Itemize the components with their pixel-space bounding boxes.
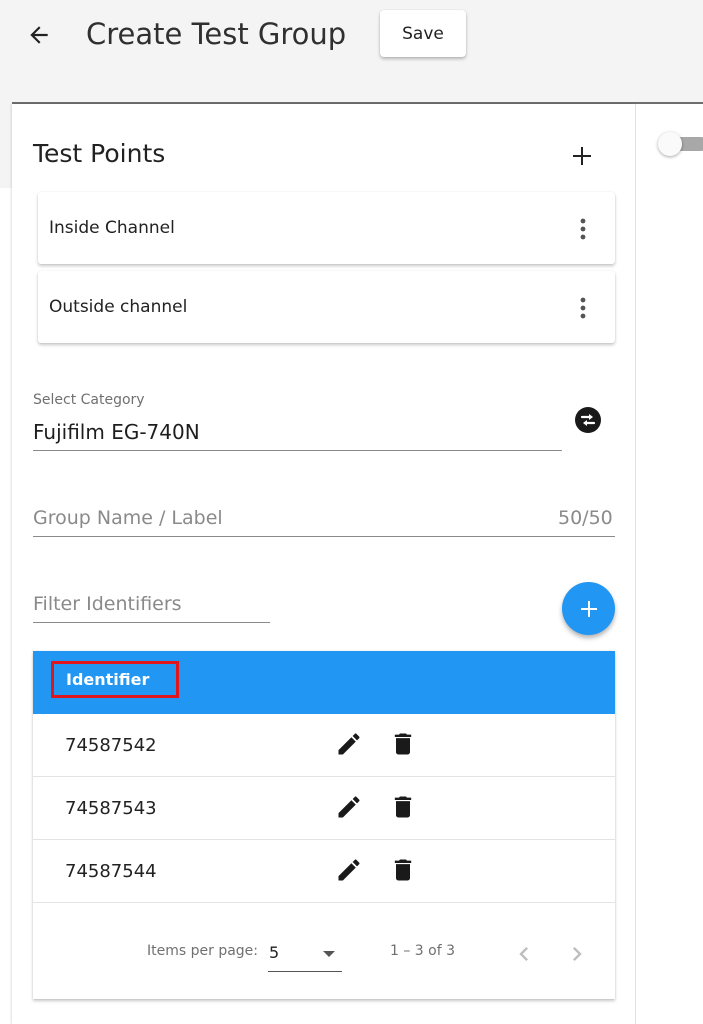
add-identifier-button[interactable] xyxy=(562,582,615,635)
test-point-label: Outside channel xyxy=(49,297,188,317)
edit-icon[interactable] xyxy=(335,856,363,884)
previous-page-button[interactable] xyxy=(510,940,538,968)
dropdown-arrow-icon xyxy=(323,951,335,957)
edit-icon[interactable] xyxy=(335,730,363,758)
page-size-select[interactable]: 5 xyxy=(268,939,342,972)
filter-identifiers-input[interactable]: Filter Identifiers xyxy=(33,590,182,618)
identifier-cell: 74587543 xyxy=(65,798,157,819)
identifier-column-header[interactable]: Identifier xyxy=(51,661,179,698)
next-page-button[interactable] xyxy=(563,940,591,968)
category-select[interactable]: Fujifilm EG-740N xyxy=(33,418,200,446)
arrow-back-icon xyxy=(30,26,48,44)
back-button[interactable] xyxy=(22,18,56,52)
save-button[interactable]: Save xyxy=(380,10,466,57)
items-per-page-label: Items per page: xyxy=(147,943,259,959)
char-counter: 50/50 xyxy=(558,507,613,529)
plus-icon xyxy=(580,600,597,617)
group-name-underline xyxy=(33,536,615,537)
delete-icon[interactable] xyxy=(389,730,417,758)
identifier-cell: 74587542 xyxy=(65,735,157,756)
more-vert-icon[interactable] xyxy=(577,218,589,240)
test-points-title: Test Points xyxy=(33,139,166,168)
more-vert-icon[interactable] xyxy=(577,297,589,319)
toggle-thumb xyxy=(658,132,682,156)
swap-icon[interactable] xyxy=(574,406,602,434)
table-row: 74587544 xyxy=(33,840,615,903)
identifier-cell: 74587544 xyxy=(65,861,157,882)
identifier-table: Identifier 74587542 74587543 74587544 It… xyxy=(33,651,615,999)
category-label: Select Category xyxy=(33,392,145,408)
test-point-card[interactable]: Outside channel xyxy=(38,271,615,343)
table-header: Identifier xyxy=(33,651,615,714)
table-row: 74587543 xyxy=(33,777,615,840)
delete-icon[interactable] xyxy=(389,856,417,884)
range-label: 1 – 3 of 3 xyxy=(390,943,456,959)
table-row: 74587542 xyxy=(33,714,615,777)
test-point-label: Inside Channel xyxy=(49,218,175,238)
filter-underline xyxy=(33,622,270,623)
edit-icon[interactable] xyxy=(335,793,363,821)
group-name-input[interactable]: Group Name / Label xyxy=(33,504,223,532)
delete-icon[interactable] xyxy=(389,793,417,821)
add-test-point-button[interactable] xyxy=(566,140,598,172)
page-size-value: 5 xyxy=(269,943,280,962)
test-point-card[interactable]: Inside Channel xyxy=(38,192,615,264)
toggle-switch[interactable] xyxy=(658,132,703,156)
plus-icon xyxy=(573,147,591,165)
category-underline xyxy=(33,450,562,451)
page-title: Create Test Group xyxy=(86,17,347,51)
side-panel xyxy=(636,104,703,1024)
